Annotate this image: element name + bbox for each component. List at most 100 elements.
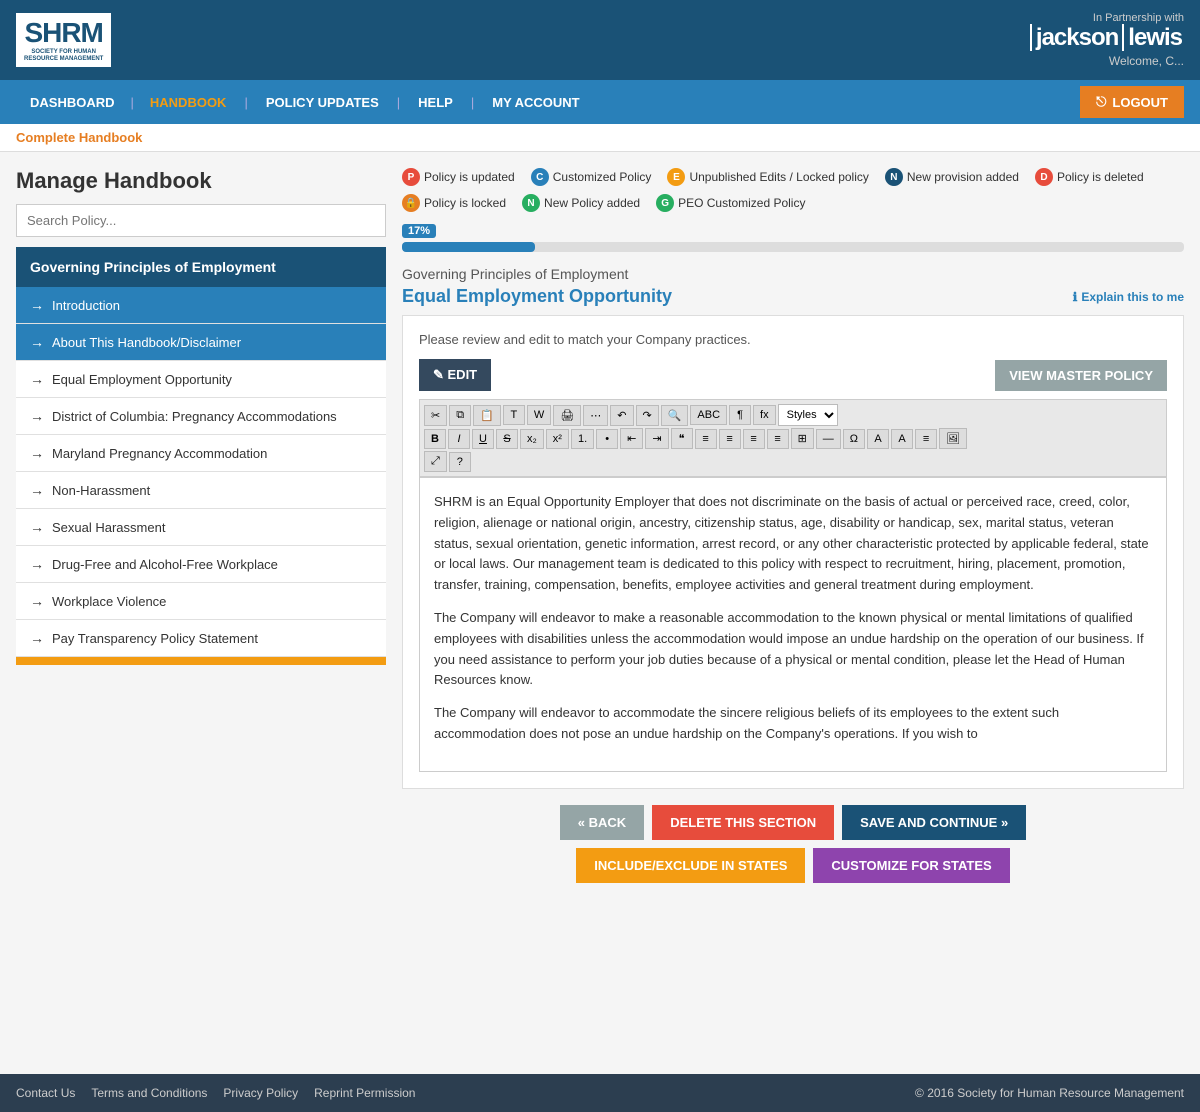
legend: P Policy is updated C Customized Policy …	[402, 168, 1184, 212]
badge-e: E	[667, 168, 685, 186]
arrow-icon: →	[30, 334, 44, 350]
tb-styles-select[interactable]: Styles	[778, 404, 838, 426]
welcome-text: Welcome, C...	[1028, 54, 1184, 68]
sidebar-item-label: Workplace Violence	[52, 594, 166, 609]
tb-strikethrough[interactable]: S	[496, 429, 518, 449]
nav-help[interactable]: HELP	[404, 80, 467, 124]
sidebar-item-dc-pregnancy[interactable]: → District of Columbia: Pregnancy Accomm…	[16, 398, 386, 435]
delete-button[interactable]: DELETE THIS SECTION	[652, 805, 834, 840]
bottom-row-1: « BACK DELETE THIS SECTION SAVE AND CONT…	[560, 805, 1026, 840]
tb-align-right[interactable]: ≡	[743, 429, 765, 449]
sidebar-item-label: Drug-Free and Alcohol-Free Workplace	[52, 557, 278, 572]
tb-underline[interactable]: U	[472, 429, 494, 449]
tb-font-color[interactable]: A	[867, 429, 889, 449]
breadcrumb-link[interactable]: Complete Handbook	[16, 130, 142, 145]
editor-content[interactable]: SHRM is an Equal Opportunity Employer th…	[419, 477, 1167, 772]
tb-source[interactable]: fx	[753, 405, 776, 425]
tb-redo[interactable]: ↷	[636, 405, 659, 426]
edit-button[interactable]: ✎ EDIT	[419, 359, 491, 391]
logout-button[interactable]: ⎋ LOGOUT	[1080, 86, 1184, 118]
info-icon: ℹ	[1073, 290, 1078, 304]
logo-box: SHRM SOCIETY FOR HUMAN RESOURCE MANAGEME…	[16, 13, 111, 67]
nav-handbook[interactable]: HANDBOOK	[136, 80, 241, 124]
nav-dashboard[interactable]: DASHBOARD	[16, 80, 129, 124]
toolbar-row-3: ⤢ ?	[424, 451, 1162, 472]
tb-spellcheck[interactable]: ABC	[690, 405, 727, 425]
badge-n: N	[885, 168, 903, 186]
sidebar-item-sexual-harassment[interactable]: → Sexual Harassment	[16, 509, 386, 546]
page-title: Manage Handbook	[16, 168, 386, 194]
search-input[interactable]	[16, 204, 386, 237]
tb-indent[interactable]: ⇥	[645, 428, 668, 449]
include-exclude-button[interactable]: INCLUDE/EXCLUDE IN STATES	[576, 848, 805, 883]
footer-contact[interactable]: Contact Us	[16, 1086, 75, 1100]
view-master-button[interactable]: VIEW MASTER POLICY	[995, 360, 1167, 391]
back-button[interactable]: « BACK	[560, 805, 644, 840]
tb-outdent[interactable]: ⇤	[620, 428, 643, 449]
explain-link[interactable]: ℹ Explain this to me	[1073, 290, 1184, 304]
arrow-icon: →	[30, 630, 44, 646]
progress-bar-outer	[402, 242, 1184, 252]
tb-undo[interactable]: ↶	[610, 405, 633, 426]
legend-item-d: D Policy is deleted	[1035, 168, 1144, 186]
sidebar-item-introduction[interactable]: → Introduction	[16, 287, 386, 324]
tb-superscript[interactable]: x²	[546, 429, 569, 449]
arrow-icon: →	[30, 297, 44, 313]
partner-name: jacksonlewis	[1028, 24, 1184, 52]
logo-sub: SOCIETY FOR HUMAN RESOURCE MANAGEMENT	[24, 49, 103, 63]
breadcrumb: Complete Handbook	[0, 124, 1200, 152]
customize-states-button[interactable]: CUSTOMIZE FOR STATES	[813, 848, 1009, 883]
progress-label: 17%	[402, 224, 436, 238]
tb-paste[interactable]: 📋	[473, 405, 501, 426]
footer-terms[interactable]: Terms and Conditions	[91, 1086, 207, 1100]
shrm-logo: SHRM	[24, 17, 102, 49]
tb-paste-text[interactable]: T	[503, 405, 525, 425]
legend-item-lock: 🔒 Policy is locked	[402, 194, 506, 212]
nav-my-account[interactable]: MY ACCOUNT	[478, 80, 593, 124]
sidebar-item-pay-transparency[interactable]: → Pay Transparency Policy Statement	[16, 620, 386, 657]
tb-bg-color[interactable]: A	[891, 429, 913, 449]
tb-more[interactable]: ⋯	[583, 405, 608, 426]
tb-print[interactable]: 🖨	[553, 405, 581, 426]
footer-privacy[interactable]: Privacy Policy	[223, 1086, 298, 1100]
editor-paragraph-3: The Company will endeavor to accommodate…	[434, 703, 1152, 745]
tb-help[interactable]: ?	[449, 452, 471, 472]
tb-subscript[interactable]: x₂	[520, 429, 544, 449]
sidebar-item-md-pregnancy[interactable]: → Maryland Pregnancy Accommodation	[16, 435, 386, 472]
tb-italic[interactable]: I	[448, 429, 470, 449]
tb-blockquote[interactable]: ❝	[671, 428, 693, 449]
tb-special-char[interactable]: Ω	[843, 429, 865, 449]
tb-ol[interactable]: 1.	[571, 429, 594, 449]
footer-reprint[interactable]: Reprint Permission	[314, 1086, 415, 1100]
tb-bold[interactable]: B	[424, 429, 446, 449]
tb-image[interactable]: 🖼	[939, 428, 967, 449]
tb-styles2[interactable]: ≡	[915, 429, 937, 449]
tb-cut[interactable]: ✂	[424, 405, 447, 426]
legend-item-n: N New provision added	[885, 168, 1019, 186]
sidebar-item-about[interactable]: → About This Handbook/Disclaimer	[16, 324, 386, 361]
tb-fullscreen[interactable]: ⤢	[424, 451, 447, 472]
tb-align-center[interactable]: ≡	[719, 429, 741, 449]
legend-item-c: C Customized Policy	[531, 168, 652, 186]
sidebar-item-workplace-violence[interactable]: → Workplace Violence	[16, 583, 386, 620]
tb-paste-word[interactable]: W	[527, 405, 551, 425]
tb-align-left[interactable]: ≡	[695, 429, 717, 449]
tb-copy[interactable]: ⧉	[449, 405, 471, 426]
tb-format[interactable]: ¶	[729, 405, 751, 425]
toolbar-row-2: B I U S x₂ x² 1. • ⇤ ⇥ ❝ ≡ ≡ ≡ ≡ ⊞ —	[424, 428, 1162, 449]
progress-bar-container: 17%	[402, 222, 1184, 252]
editor-paragraph-1: SHRM is an Equal Opportunity Employer th…	[434, 492, 1152, 596]
editor-paragraph-2: The Company will endeavor to make a reas…	[434, 608, 1152, 691]
sidebar-item-eeo[interactable]: → Equal Employment Opportunity	[16, 361, 386, 398]
tb-hr[interactable]: —	[816, 429, 841, 449]
nav-policy-updates[interactable]: POLICY UPDATES	[252, 80, 393, 124]
tb-table[interactable]: ⊞	[791, 428, 814, 449]
sidebar-item-drug-free[interactable]: → Drug-Free and Alcohol-Free Workplace	[16, 546, 386, 583]
legend-item-p: P Policy is updated	[402, 168, 515, 186]
save-button[interactable]: SAVE AND CONTINUE »	[842, 805, 1026, 840]
tb-ul[interactable]: •	[596, 429, 618, 449]
tb-align-justify[interactable]: ≡	[767, 429, 789, 449]
sidebar-item-label: Introduction	[52, 298, 120, 313]
tb-find[interactable]: 🔍	[661, 405, 689, 426]
sidebar-item-non-harassment[interactable]: → Non-Harassment	[16, 472, 386, 509]
